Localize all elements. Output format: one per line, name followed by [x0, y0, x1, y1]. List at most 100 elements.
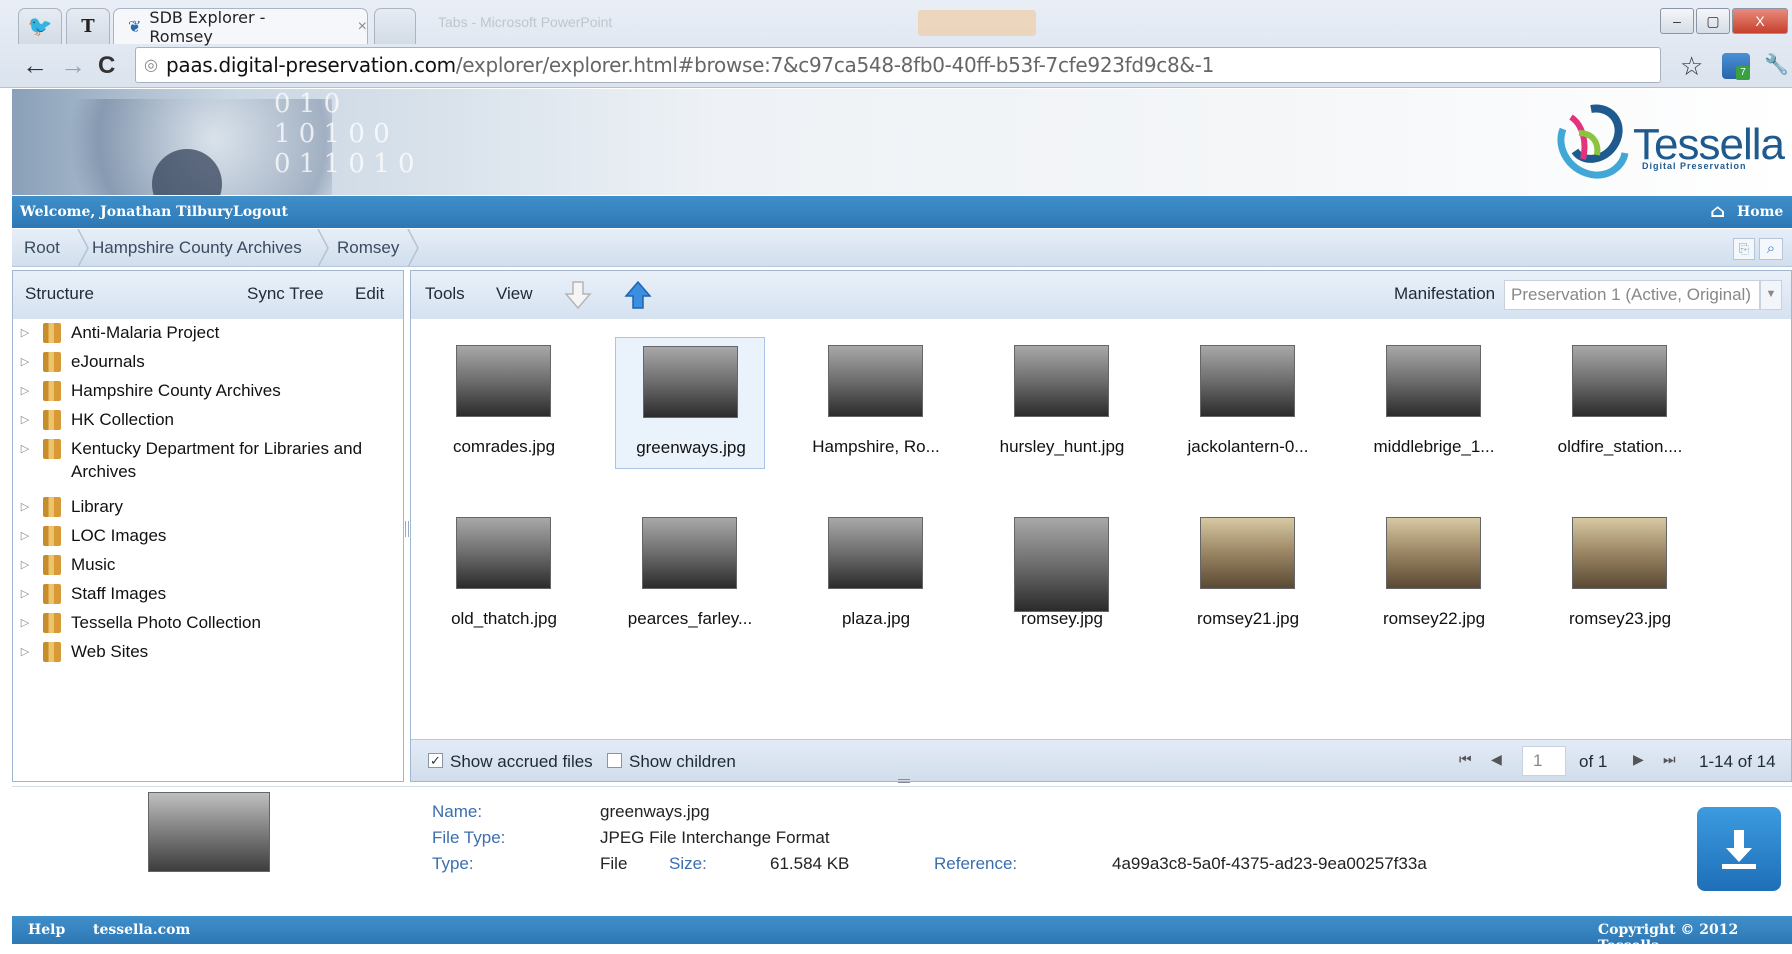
tree-item[interactable]: ▷ HK Collection [13, 410, 174, 430]
tree-item[interactable]: ▷ Anti-Malaria Project [13, 323, 219, 343]
expand-arrow-icon[interactable]: ▷ [13, 642, 37, 662]
tree-item[interactable]: ▷ LOC Images [13, 526, 166, 546]
folder-icon [43, 555, 61, 575]
file-item[interactable]: middlebrige_1... [1359, 337, 1509, 469]
show-accrued-checkbox[interactable]: ✓ [428, 753, 443, 768]
size-label: Size: [669, 854, 707, 873]
home-icon[interactable]: ⌂ [1710, 201, 1725, 222]
file-item[interactable]: romsey22.jpg [1359, 509, 1509, 641]
expand-arrow-icon[interactable]: ▷ [13, 410, 37, 430]
edit-button[interactable]: Edit [355, 284, 384, 304]
expand-arrow-icon[interactable]: ▷ [13, 439, 37, 483]
file-thumbnail [642, 517, 737, 589]
file-item[interactable]: jackolantern-0... [1173, 337, 1323, 469]
twitter-tab[interactable]: 🐦 [18, 8, 62, 44]
maximize-button[interactable]: ▢ [1696, 8, 1730, 34]
help-link[interactable]: Help [28, 922, 65, 938]
first-page-icon[interactable]: ⏮ [1459, 751, 1472, 768]
breadcrumb-romsey[interactable]: Romsey [337, 229, 399, 267]
logout-link[interactable]: Logout [233, 204, 288, 220]
expand-arrow-icon[interactable]: ▷ [13, 555, 37, 575]
view-menu[interactable]: View [496, 284, 533, 304]
file-item[interactable]: comrades.jpg [429, 337, 579, 469]
file-thumbnail [1386, 345, 1481, 417]
structure-header: Structure Sync Tree Edit [13, 271, 403, 319]
expand-arrow-icon[interactable]: ▷ [13, 352, 37, 372]
file-thumbnail [1386, 517, 1481, 589]
file-item[interactable]: romsey23.jpg [1545, 509, 1695, 641]
tree-item-label: Music [71, 555, 116, 574]
file-item[interactable]: greenways.jpg [615, 337, 765, 469]
bookmark-star-icon[interactable]: ☆ [1680, 51, 1703, 82]
file-name: comrades.jpg [452, 437, 556, 456]
close-window-button[interactable]: X [1732, 8, 1788, 34]
tab-sdb-explorer[interactable]: ❦ SDB Explorer - Romsey × [113, 8, 368, 46]
file-item[interactable]: Hampshire, Ro... [801, 337, 951, 469]
file-item[interactable]: plaza.jpg [801, 509, 951, 641]
file-item[interactable]: oldfire_station.... [1545, 337, 1695, 469]
home-link[interactable]: Home [1737, 204, 1783, 220]
twitter-icon: 🐦 [27, 16, 53, 38]
forward-icon[interactable]: → [60, 50, 86, 81]
export-icon[interactable]: ⎘ [1733, 238, 1755, 260]
folder-icon [43, 613, 61, 633]
file-item[interactable]: romsey21.jpg [1173, 509, 1323, 641]
expand-arrow-icon[interactable]: ▷ [13, 323, 37, 343]
reload-icon[interactable]: C [98, 52, 115, 80]
manifestation-select[interactable]: Preservation 1 (Active, Original) [1504, 280, 1760, 310]
name-value: greenways.jpg [600, 802, 710, 821]
file-item[interactable]: pearces_farley... [615, 509, 765, 641]
type-label: Type: [432, 854, 474, 873]
tree-item-label: LOC Images [71, 526, 167, 545]
tree-item[interactable]: ▷ Library [13, 497, 123, 517]
move-down-icon[interactable] [563, 280, 593, 310]
tessella-site-link[interactable]: tessella.com [93, 922, 190, 938]
show-children-checkbox[interactable] [607, 753, 622, 768]
pinned-tab-t[interactable]: T [66, 8, 110, 44]
wrench-icon[interactable]: 🔧 [1764, 52, 1789, 77]
file-item[interactable]: romsey.jpg [987, 509, 1137, 641]
splitter-handle[interactable] [405, 521, 409, 537]
back-icon[interactable]: ← [22, 50, 48, 81]
breadcrumb-root[interactable]: Root [24, 229, 60, 267]
expand-arrow-icon[interactable]: ▷ [13, 497, 37, 517]
expand-arrow-icon[interactable]: ▷ [13, 526, 37, 546]
tree-item[interactable]: ▷ Tessella Photo Collection [13, 613, 261, 633]
tree-item-label: Kentucky Department for Libraries and Ar… [71, 439, 363, 481]
sync-tree-button[interactable]: Sync Tree [247, 284, 324, 304]
breadcrumb-hampshire[interactable]: Hampshire County Archives [92, 229, 302, 267]
tree-item[interactable]: ▷ Staff Images [13, 584, 166, 604]
structure-title: Structure [25, 284, 94, 303]
file-name: Hampshire, Ro... [812, 437, 940, 456]
minimize-button[interactable]: – [1660, 8, 1694, 34]
move-up-icon[interactable] [623, 280, 653, 310]
tools-menu[interactable]: Tools [425, 284, 465, 304]
expand-arrow-icon[interactable]: ▷ [13, 613, 37, 633]
tree-item[interactable]: ▷ Hampshire County Archives [13, 381, 281, 401]
file-item[interactable]: old_thatch.jpg [429, 509, 579, 641]
prev-page-icon[interactable]: ◀ [1491, 751, 1502, 768]
expand-arrow-icon[interactable]: ▷ [13, 381, 37, 401]
tree-item[interactable]: ▷ Web Sites [13, 642, 148, 662]
tab-close-icon[interactable]: × [358, 18, 367, 36]
page-number-input[interactable]: 1 [1522, 746, 1566, 776]
resize-handle[interactable] [898, 779, 910, 783]
last-page-icon[interactable]: ⏭ [1663, 751, 1676, 768]
tree-item[interactable]: ▷ eJournals [13, 352, 145, 372]
file-thumbnail [1014, 517, 1109, 612]
tree-item[interactable]: ▷ Kentucky Department for Libraries and A… [13, 439, 371, 483]
show-accrued-label[interactable]: Show accrued files [450, 752, 593, 772]
chevron-down-icon[interactable]: ▼ [1760, 280, 1782, 310]
next-page-icon[interactable]: ▶ [1633, 751, 1644, 768]
address-bar[interactable]: ◎ paas.digital-preservation.com/explorer… [135, 47, 1661, 83]
new-tab-button[interactable] [374, 8, 416, 44]
file-item[interactable]: hursley_hunt.jpg [987, 337, 1137, 469]
extension-icon[interactable]: 7 [1722, 53, 1750, 80]
expand-arrow-icon[interactable]: ▷ [13, 584, 37, 604]
folder-icon [43, 584, 61, 604]
search-icon[interactable]: ⌕ [1759, 238, 1783, 260]
tree-item[interactable]: ▷ Music [13, 555, 115, 575]
download-button[interactable] [1697, 807, 1781, 891]
tree-item-label: Hampshire County Archives [71, 381, 281, 400]
show-children-label[interactable]: Show children [629, 752, 736, 772]
